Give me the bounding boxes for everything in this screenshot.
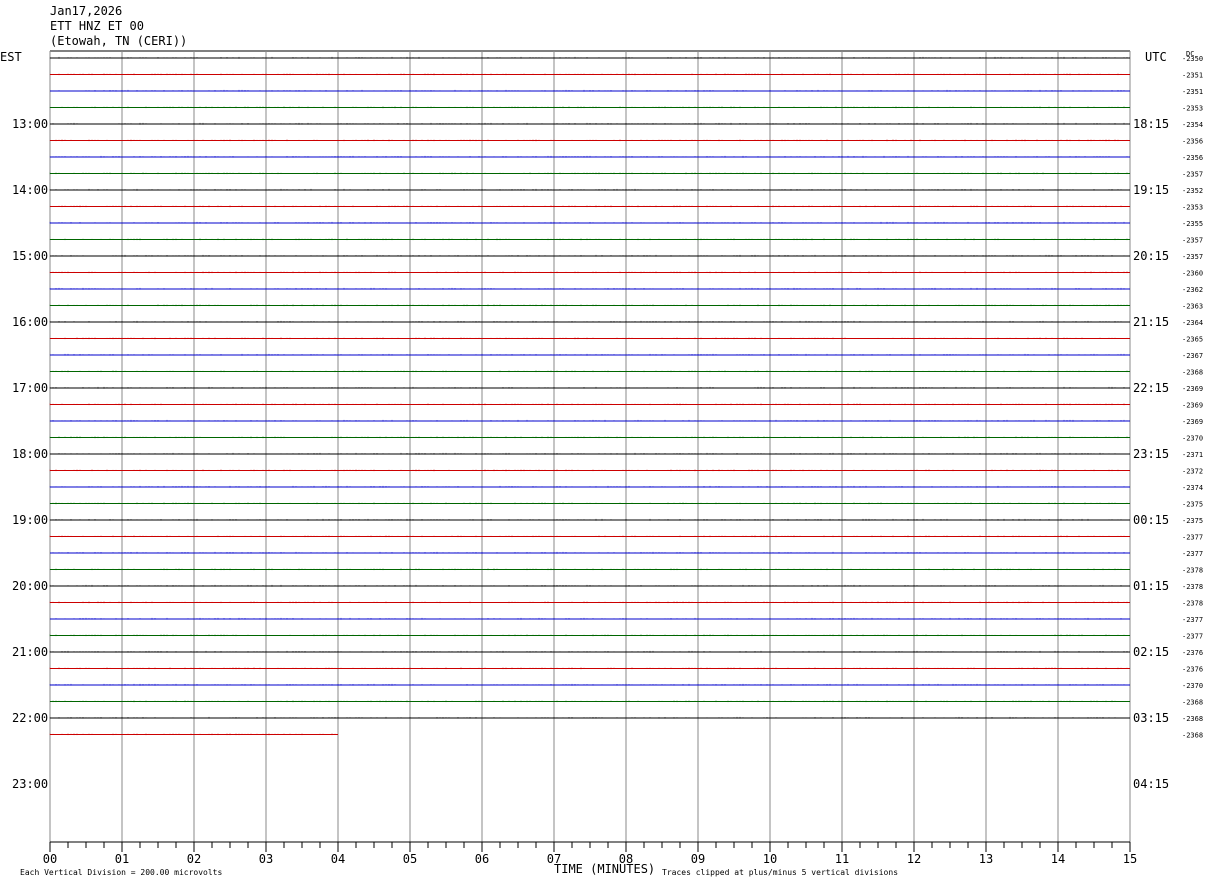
dc-offset-label: -2351 — [1182, 88, 1203, 96]
dc-offset-label: -2368 — [1182, 699, 1203, 707]
dc-offset-label: -2377 — [1182, 633, 1203, 641]
dc-offset-label: -2351 — [1182, 72, 1203, 80]
dc-offset-label: -2378 — [1182, 583, 1203, 591]
x-tick-label: 10 — [763, 852, 777, 866]
est-hour-label: 21:00 — [12, 645, 48, 659]
dc-offset-label: -2369 — [1182, 402, 1203, 410]
x-tick-label: 13 — [979, 852, 993, 866]
dc-offset-label: -2376 — [1182, 649, 1203, 657]
utc-hour-label: 23:15 — [1133, 447, 1169, 461]
est-hour-label: 16:00 — [12, 315, 48, 329]
dc-offset-label: -2375 — [1182, 517, 1203, 525]
x-tick-label: 00 — [43, 852, 57, 866]
est-hour-label: 17:00 — [12, 381, 48, 395]
dc-offset-label: -2370 — [1182, 435, 1203, 443]
dc-offset-label: -2374 — [1182, 484, 1203, 492]
dc-offset-label: -2369 — [1182, 385, 1203, 393]
est-hour-label: 14:00 — [12, 183, 48, 197]
utc-axis-label: UTC — [1145, 50, 1167, 64]
dc-offset-label: -2357 — [1182, 253, 1203, 261]
est-hour-label: 20:00 — [12, 579, 48, 593]
utc-hour-label: 21:15 — [1133, 315, 1169, 329]
dc-offset-label: -2377 — [1182, 550, 1203, 558]
x-tick-label: 05 — [403, 852, 417, 866]
dc-offset-label: -2368 — [1182, 369, 1203, 377]
dc-offset-label: -2372 — [1182, 468, 1203, 476]
dc-offset-label: -2371 — [1182, 451, 1203, 459]
utc-hour-label: 04:15 — [1133, 777, 1169, 791]
dc-offset-label: -2375 — [1182, 501, 1203, 509]
utc-hour-label: 20:15 — [1133, 249, 1169, 263]
dc-offset-label: -2357 — [1182, 237, 1203, 245]
x-tick-label: 06 — [475, 852, 489, 866]
x-tick-label: 03 — [259, 852, 273, 866]
dc-offset-label: -2378 — [1182, 600, 1203, 608]
dc-offset-label: -2363 — [1182, 303, 1203, 311]
est-hour-label: 22:00 — [12, 711, 48, 725]
x-tick-label: 11 — [835, 852, 849, 866]
x-tick-label: 02 — [187, 852, 201, 866]
helicorder-plot: 00 01 02 03 04 05 06 07 08 09 10 11 12 13 14 15-2350-23… — [0, 50, 1203, 866]
utc-hour-label: 00:15 — [1133, 513, 1169, 527]
est-axis-label: EST — [0, 50, 22, 64]
est-hour-label: 19:00 — [12, 513, 48, 527]
est-hour-label: 23:00 — [12, 777, 48, 791]
utc-hour-label: 18:15 — [1133, 117, 1169, 131]
dc-offset-label: -2353 — [1182, 204, 1203, 212]
est-hour-label: 13:00 — [12, 117, 48, 131]
x-tick-label: 01 — [115, 852, 129, 866]
dc-offset-label: -2352 — [1182, 187, 1203, 195]
x-tick-label: 12 — [907, 852, 921, 866]
dc-offset-label: -2362 — [1182, 286, 1203, 294]
utc-hour-label: 19:15 — [1133, 183, 1169, 197]
dc-offset-label: -2376 — [1182, 666, 1203, 674]
dc-offset-label: -2377 — [1182, 534, 1203, 542]
footer-scale-note: Each Vertical Division = 200.00 microvol… — [20, 868, 223, 877]
dc-offset-label: -2367 — [1182, 352, 1203, 360]
dc-offset-label: -2377 — [1182, 616, 1203, 624]
est-hour-label: 18:00 — [12, 447, 48, 461]
dc-offset-label: -2368 — [1182, 715, 1203, 723]
footer-clip-note: Traces clipped at plus/minus 5 vertical … — [662, 868, 899, 877]
dc-offset-label: -2370 — [1182, 682, 1203, 690]
dc-offset-label: -2364 — [1182, 319, 1203, 327]
x-tick-label: 15 — [1123, 852, 1137, 866]
dc-offset-label: -2365 — [1182, 336, 1203, 344]
dc-offset-label: -2369 — [1182, 418, 1203, 426]
utc-hour-label: 01:15 — [1133, 579, 1169, 593]
dc-offset-label: -2355 — [1182, 220, 1203, 228]
utc-hour-label: 02:15 — [1133, 645, 1169, 659]
x-tick-label: 14 — [1051, 852, 1065, 866]
utc-hour-label: 22:15 — [1133, 381, 1169, 395]
x-tick-label: 04 — [331, 852, 345, 866]
dc-offset-label: -2356 — [1182, 138, 1203, 146]
dc-column-label: DC — [1186, 50, 1194, 58]
x-axis-label: TIME (MINUTES) — [554, 862, 656, 876]
dc-offset-label: -2360 — [1182, 270, 1203, 278]
dc-offset-label: -2353 — [1182, 105, 1203, 113]
dc-offset-label: -2368 — [1182, 732, 1203, 740]
est-hour-label: 15:00 — [12, 249, 48, 263]
dc-offset-label: -2354 — [1182, 121, 1203, 129]
x-tick-label: 09 — [691, 852, 705, 866]
dc-offset-label: -2357 — [1182, 171, 1203, 179]
dc-offset-label: -2378 — [1182, 567, 1203, 575]
dc-offset-label: -2356 — [1182, 154, 1203, 162]
utc-hour-label: 03:15 — [1133, 711, 1169, 725]
